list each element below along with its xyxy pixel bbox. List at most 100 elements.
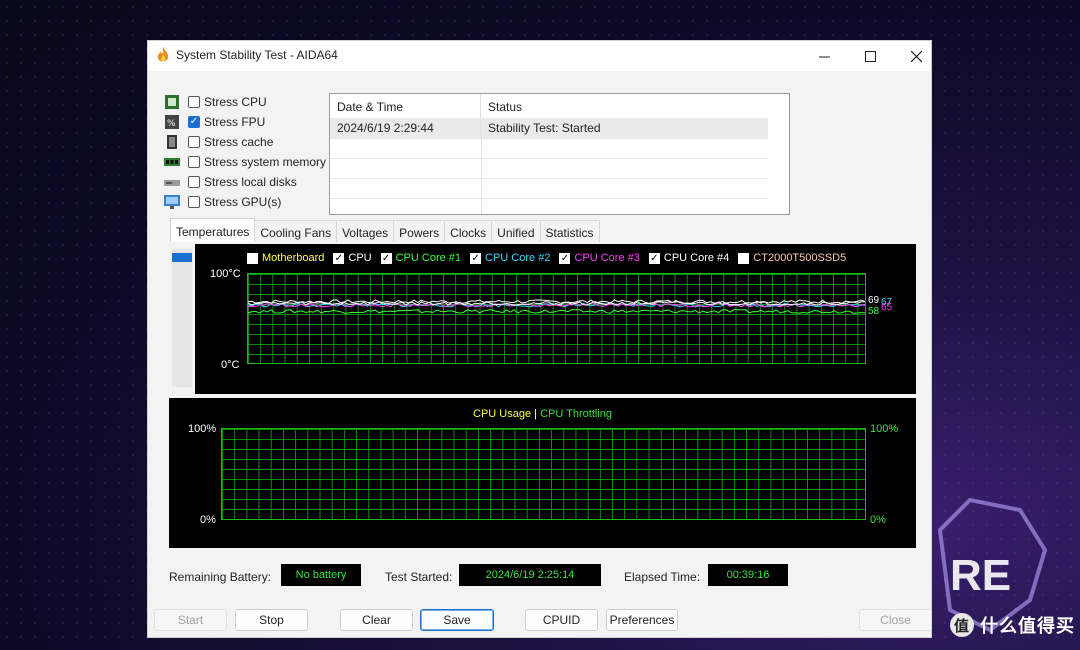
legend-label: CT2000T500SSD5: [753, 252, 847, 264]
stress-fpu-label: Stress FPU: [204, 115, 266, 129]
test-started-value: 2024/6/19 2:25:14: [459, 564, 601, 586]
legend-checkbox[interactable]: ✓: [380, 252, 392, 264]
legend-checkbox[interactable]: [738, 252, 750, 264]
log-column-status[interactable]: Status: [481, 94, 768, 118]
test-started-label: Test Started:: [385, 570, 453, 584]
temperature-legend: Motherboard ✓ CPU ✓ CPU Core #1 ✓ CPU Core …: [247, 252, 855, 264]
stress-cpu-checkbox[interactable]: [188, 96, 200, 108]
temperature-chart-panel: Motherboard ✓ CPU ✓ CPU Core #1 ✓ CPU Core …: [195, 244, 916, 394]
temp-y-max-label: 100°C: [210, 268, 241, 280]
stress-fpu-option[interactable]: % ✓ Stress FPU: [164, 113, 265, 131]
legend-label: CPU Core #4: [663, 252, 730, 264]
battery-label: Remaining Battery:: [169, 570, 272, 584]
tab-statistics[interactable]: Statistics: [539, 220, 600, 242]
tab-temperatures[interactable]: Temperatures: [170, 218, 256, 242]
log-header-row: Date & Time Status: [330, 94, 768, 119]
site-watermark: 值 什么值得买: [950, 612, 1075, 638]
stress-disks-checkbox[interactable]: [188, 176, 200, 188]
stress-disks-option[interactable]: Stress local disks: [164, 173, 297, 191]
usage-right-max-label: 100%: [870, 423, 899, 435]
tab-unified[interactable]: Unified: [491, 220, 541, 242]
legend-checkbox[interactable]: ✓: [648, 252, 660, 264]
legend-cpu-core-1[interactable]: ✓ CPU Core #1: [380, 252, 461, 264]
clear-button[interactable]: Clear: [340, 609, 413, 631]
tab-clocks[interactable]: Clocks: [444, 220, 493, 242]
stress-memory-option[interactable]: Stress system memory: [164, 153, 326, 171]
stress-fpu-checkbox[interactable]: ✓: [188, 116, 200, 128]
stress-cache-label: Stress cache: [204, 135, 274, 149]
elapsed-time-label: Elapsed Time:: [624, 570, 701, 584]
log-column-datetime[interactable]: Date & Time: [330, 94, 481, 118]
series-line-cpu-core-1: [248, 309, 865, 314]
minimize-button[interactable]: [801, 41, 847, 71]
close-icon: [910, 50, 922, 62]
stress-cache-option[interactable]: Stress cache: [164, 133, 273, 151]
minimize-icon: [818, 56, 830, 57]
legend-cpu-core-3[interactable]: ✓ CPU Core #3: [559, 252, 640, 264]
sensor-list-scrollbar[interactable]: [172, 249, 192, 387]
maximize-icon: [864, 50, 876, 62]
maximize-button[interactable]: [847, 41, 893, 71]
tab-cooling-fans[interactable]: Cooling Fans: [254, 220, 338, 242]
legend-label: Motherboard: [262, 252, 325, 264]
cpuid-button[interactable]: CPUID: [525, 609, 598, 631]
log-cell-datetime: 2024/6/19 2:29:44: [330, 118, 481, 138]
legend-cpu[interactable]: ✓ CPU: [333, 252, 372, 264]
close-window-button[interactable]: [893, 41, 939, 71]
start-button[interactable]: Start: [154, 609, 227, 631]
stress-memory-label: Stress system memory: [204, 155, 327, 169]
legend-label: CPU: [348, 252, 372, 264]
temp-y-min-label: 0°C: [221, 359, 240, 371]
log-scrollbar[interactable]: [770, 94, 789, 214]
legend-checkbox[interactable]: [247, 252, 258, 264]
title-bar: System Stability Test - AIDA64: [148, 41, 931, 71]
legend-checkbox[interactable]: ✓: [559, 252, 571, 264]
svg-text:RE: RE: [950, 551, 1011, 600]
aida64-flame-icon: [157, 47, 169, 62]
elapsed-time-value: 00:39:16: [708, 564, 788, 586]
sensor-tabs: Temperatures Cooling Fans Voltages Power…: [170, 218, 600, 242]
cpu-throttling-title: CPU Throttling: [540, 408, 612, 420]
table-row[interactable]: 2024/6/19 2:29:44 Stability Test: Starte…: [330, 118, 768, 138]
preferences-button[interactable]: Preferences: [606, 609, 678, 631]
stress-gpu-checkbox[interactable]: [188, 196, 200, 208]
legend-label: CPU Core #2: [485, 252, 551, 264]
usage-left-max-label: 100%: [188, 423, 217, 435]
usage-left-min-label: 0%: [200, 514, 216, 526]
tab-voltages[interactable]: Voltages: [336, 220, 395, 242]
stop-button[interactable]: Stop: [235, 609, 308, 631]
battery-value: No battery: [281, 564, 361, 586]
event-log-table[interactable]: Date & Time Status 2024/6/19 2:29:44 Sta…: [329, 93, 790, 215]
series-line-cpu: [248, 299, 865, 304]
end-value-core-1: 58: [868, 306, 880, 317]
temperature-lines: [248, 299, 865, 314]
legend-cpu-core-4[interactable]: ✓ CPU Core #4: [648, 252, 730, 264]
title-separator: |: [534, 408, 537, 420]
stability-test-window: System Stability Test - AIDA64 Stress CP…: [148, 41, 932, 637]
legend-ssd[interactable]: CT2000T500SSD5: [738, 252, 846, 264]
legend-motherboard[interactable]: Motherboard: [247, 252, 324, 264]
stress-gpu-option[interactable]: Stress GPU(s): [164, 193, 281, 211]
temperature-plot-area: [247, 273, 866, 364]
fpu-chip-icon: %: [165, 115, 179, 129]
stress-disks-label: Stress local disks: [204, 175, 297, 189]
stress-gpu-label: Stress GPU(s): [204, 195, 282, 209]
stress-cpu-option[interactable]: Stress CPU: [164, 93, 267, 111]
stress-memory-checkbox[interactable]: [188, 156, 200, 168]
usage-chart-title: CPU Usage | CPU Throttling: [169, 408, 916, 420]
legend-cpu-core-2[interactable]: ✓ CPU Core #2: [470, 252, 550, 264]
close-button[interactable]: Close: [859, 609, 932, 631]
save-button[interactable]: Save: [420, 609, 494, 631]
cpu-usage-plot-area: [221, 428, 866, 520]
disk-drive-icon: [164, 180, 180, 186]
log-column-divider: [481, 138, 482, 214]
memory-module-icon: [164, 158, 180, 166]
cache-chip-icon: [167, 135, 177, 149]
stress-cache-checkbox[interactable]: [188, 136, 200, 148]
legend-checkbox[interactable]: ✓: [470, 252, 482, 264]
cpu-usage-chart-panel: CPU Usage | CPU Throttling 100% 0% 100% …: [169, 398, 916, 548]
scrollbar-thumb[interactable]: [172, 253, 192, 262]
stress-cpu-label: Stress CPU: [204, 95, 267, 109]
tab-powers[interactable]: Powers: [393, 220, 446, 242]
legend-checkbox[interactable]: ✓: [333, 252, 345, 264]
